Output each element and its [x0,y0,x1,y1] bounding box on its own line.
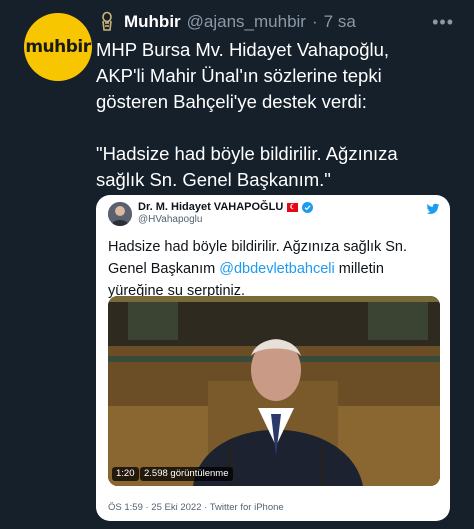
tweet-header: Muhbir @ajans_muhbir · 7 sa ••• [96,10,462,34]
quoted-tweet[interactable]: Dr. M. Hidayet VAHAPOĞLU ☾ @HVahapoglu H… [96,195,450,521]
video-player[interactable]: 1:20 2.598 görüntülenme [108,296,440,486]
author-avatar[interactable]: muhbir [24,13,92,81]
video-duration: 1:20 [112,467,139,481]
gold-verified-badge-icon [96,11,118,33]
more-horizontal-icon[interactable]: ••• [432,12,454,33]
avatar-logo-text: muhbir [25,37,91,57]
quoted-author-name[interactable]: Dr. M. Hidayet VAHAPOĞLU [138,201,283,213]
author-handle[interactable]: @ajans_muhbir [187,12,306,32]
quoted-tweet-footer[interactable]: ÖS 1:59 · 25 Eki 2022 · Twitter for iPho… [108,502,284,513]
tweet-time[interactable]: 7 sa [324,12,356,32]
video-views: 2.598 görüntülenme [140,467,233,481]
quoted-author-avatar[interactable] [108,202,132,226]
quoted-author-name-row[interactable]: Dr. M. Hidayet VAHAPOĞLU ☾ [138,201,314,213]
mention-link[interactable]: @dbdevletbahceli [219,261,335,277]
author-name[interactable]: Muhbir [124,12,181,32]
twitter-bird-icon[interactable] [426,202,440,216]
tweet-text: MHP Bursa Mv. Hidayet Vahapoğlu, AKP'li … [96,39,398,190]
blue-verified-badge-icon [302,201,314,213]
quoted-tweet-text: Hadsize had böyle bildirilir. Ağzınıza s… [108,236,438,302]
separator-dot: · [311,12,318,31]
turkey-flag-icon: ☾ [287,202,299,212]
video-thumbnail [108,296,440,486]
quoted-author-handle[interactable]: @HVahapoglu [138,214,202,225]
